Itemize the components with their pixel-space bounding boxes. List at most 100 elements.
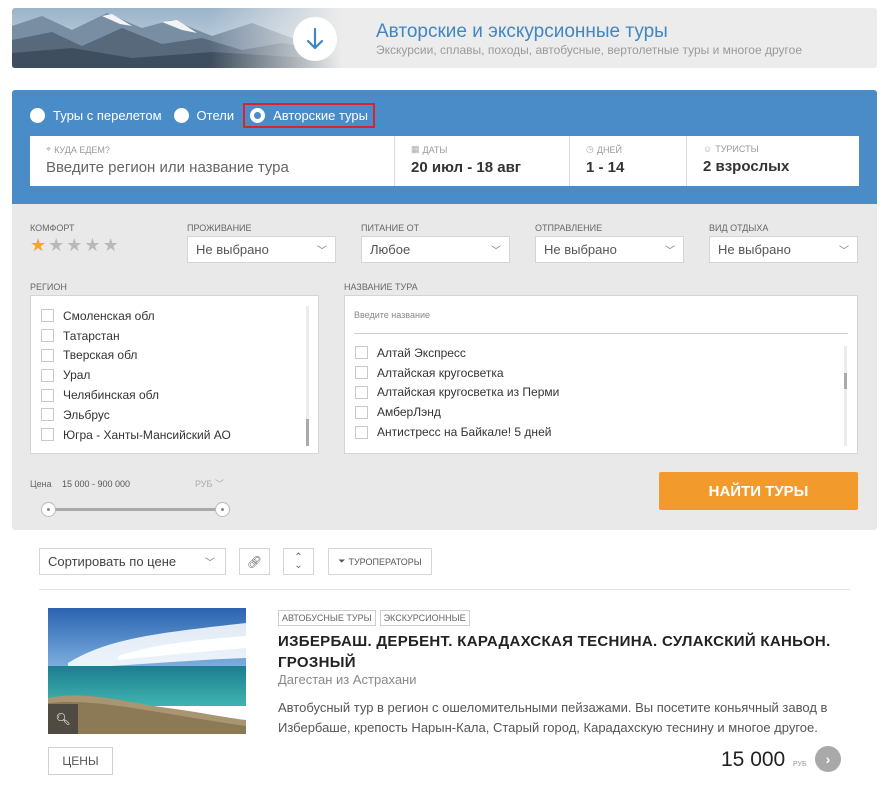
currency-select[interactable]: РУБ ﹀ [195,477,224,490]
chevron-down-icon: ﹀ [491,246,501,257]
accommodation-select[interactable]: Не выбрано ﹀ [187,236,336,263]
region-item[interactable]: Смоленская обл [41,306,318,326]
price-slider-track[interactable] [42,508,224,511]
chevron-down-icon: ﹀ [317,246,327,257]
region-item[interactable]: Урал [41,365,318,385]
tour-name-item[interactable]: Алтайская кругосветка из Перми [355,383,559,403]
checkbox[interactable] [41,329,54,343]
checkbox[interactable] [41,428,54,442]
sort-arrows-icon: ⌃ ⌄ [294,551,303,571]
region-item[interactable]: Тверская обл [41,346,318,366]
dates-field[interactable]: ▦ Даты 20 июл - 18 авг [395,136,570,186]
radio-circle-icon [30,107,45,123]
link-button[interactable]: 🔗︎ [239,548,270,575]
star-icon[interactable]: ★ [84,236,100,254]
radio-flight-tours[interactable]: Туры с перелетом [30,107,162,123]
radio-label: Авторские туры [273,107,368,123]
checkbox[interactable] [355,366,368,380]
region-item-label: Татарстан [63,328,120,343]
tour-name-item[interactable]: Алтайская кругосветка [355,363,559,383]
tourists-field[interactable]: ☺ Туристы 2 взрослых [687,136,859,186]
radio-author-tours[interactable]: Авторские туры [243,102,375,128]
holiday-type-select[interactable]: Не выбрано ﹀ [709,236,858,263]
chevron-down-icon: ﹀ [665,246,675,257]
sort-value: Сортировать по цене [48,554,177,569]
checkbox[interactable] [355,385,368,399]
tag-badge[interactable]: ЭКСКУРСИОННЫЕ [379,610,470,626]
days-field[interactable]: ◷ Дней 1 - 14 [570,136,687,186]
tag-badge[interactable]: АВТОБУСНЫЕ ТУРЫ [278,610,376,626]
checkbox[interactable] [41,388,54,402]
magnifier-icon: 🔍︎ [55,712,71,726]
region-list[interactable]: Смоленская обл Татарстан Тверская обл Ур… [30,295,319,454]
days-value: 1 - 14 [586,159,625,176]
dates-value: 20 июл - 18 авг [411,159,522,176]
filter-icon: ⏷ [338,556,346,566]
comfort-rating[interactable]: ★ ★ ★ ★ ★ [30,236,121,254]
departure-label: Отправление [535,223,603,233]
region-item[interactable]: Татарстан [41,326,318,346]
tour-name-item[interactable]: Антистресс на Байкале! 5 дней [355,422,559,442]
star-icon[interactable]: ★ [48,236,64,254]
meals-label: Питание от [361,223,420,233]
star-icon[interactable]: ★ [66,236,82,254]
zoom-button[interactable]: 🔍︎ [48,704,78,734]
tour-name-item[interactable]: АмберЛэнд [355,402,559,422]
checkbox[interactable] [355,346,368,360]
checkbox[interactable] [355,405,368,419]
meals-select[interactable]: Любое ﹀ [361,236,510,263]
prices-button[interactable]: ЦЕНЫ [48,747,113,775]
find-tours-button[interactable]: НАЙТИ ТУРЫ [659,472,858,510]
departure-select[interactable]: Не выбрано ﹀ [535,236,684,263]
divider [39,589,850,590]
destination-field[interactable]: ⌖ Куда едем? Введите регион или название … [30,136,395,186]
tour-name-list[interactable]: Введите название Алтай Экспресс Алтайска… [344,295,858,454]
chevron-right-icon[interactable]: › [815,746,841,772]
price-slider-min-handle[interactable] [41,502,56,517]
region-item-label: Тверская обл [63,348,138,363]
star-icon[interactable]: ★ [30,236,46,254]
dates-label: ▦ Даты [411,144,553,155]
tour-name-search-input[interactable]: Введите название [354,308,848,334]
price-slider-max-handle[interactable] [215,502,230,517]
tour-price: 15 000 [721,748,786,771]
banner-title: Авторские и экскурсионные туры [376,21,668,42]
checkbox[interactable] [41,309,54,323]
tour-name-item-label: АмберЛэнд [377,405,441,420]
region-item[interactable]: Эльбрус [41,405,318,425]
destination-label: ⌖ Куда едем? [46,144,378,155]
sort-select[interactable]: Сортировать по цене ﹀ [39,548,226,575]
checkbox[interactable] [41,348,54,362]
region-scrollbar[interactable] [306,306,309,446]
radio-hotels[interactable]: Отели [173,107,234,123]
tourists-label: ☺ Туристы [703,144,843,154]
hero-banner: Авторские и экскурсионные туры Экскурсии… [12,8,877,68]
scrollbar-thumb[interactable] [844,373,847,389]
scrollbar-thumb[interactable] [306,419,309,446]
sort-order-button[interactable]: ⌃ ⌄ [283,548,314,575]
tour-description: Автобусный тур в регион с ошеломительным… [278,700,828,735]
accommodation-value: Не выбрано [196,242,269,257]
arrow-down-icon[interactable] [293,17,337,61]
checkbox[interactable] [41,368,54,382]
tour-name-item-label: Алтайская кругосветка из Перми [377,385,560,400]
tour-name-item-label: Алтай Экспресс [377,345,466,360]
tour-name-label: Название тура [344,282,418,292]
checkbox[interactable] [355,425,368,439]
radio-selected-icon [250,107,266,123]
tour-operators-button[interactable]: ⏷ ТУРОПЕРАТОРЫ [328,548,432,575]
tour-name-scrollbar[interactable] [844,346,847,446]
location-pin-icon: ⌖ [46,144,52,154]
region-label: Регион [30,282,67,292]
checkbox[interactable] [41,408,54,422]
region-item[interactable]: Челябинская обл [41,385,318,405]
star-icon[interactable]: ★ [103,236,119,254]
destination-input[interactable]: Введите регион или название тура [46,159,378,176]
price-currency: РУБ [793,761,807,768]
tour-name-item[interactable]: Алтай Экспресс [355,343,559,363]
chevron-down-icon: ﹀ [839,246,849,257]
clock-icon: ◷ [586,144,594,154]
banner-subtitle: Экскурсии, сплавы, походы, автобусные, в… [376,43,802,57]
tour-title[interactable]: ИЗБЕРБАШ. ДЕРБЕНТ. КАРАДАХСКАЯ ТЕСНИНА. … [278,631,838,673]
region-item[interactable]: Югра - Ханты-Мансийский АО [41,425,318,445]
